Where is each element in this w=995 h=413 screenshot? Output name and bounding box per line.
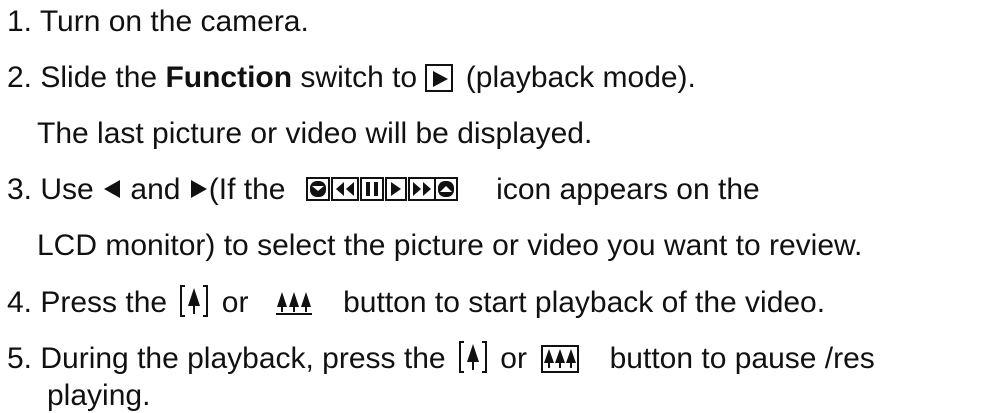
step-3: 3. Use and (If the icon appears on the [7,172,760,209]
wide-button-icon [275,289,313,326]
wide-button-icon [541,345,580,382]
step-4: 4. Press the or button to start playback… [7,284,825,327]
step-2: 2. Slide the Function switch to (playbac… [7,60,696,96]
tele-button-icon [458,340,488,383]
step-3-and: and [122,173,189,206]
manual-instructions: 1. Turn on the camera. 2. Slide the Func… [0,0,995,413]
step-1-text: 1. Turn on the camera. [7,5,309,38]
step-5-cont-text: playing. [47,379,151,412]
step-2-post: (playback mode). [457,61,696,94]
step-3-post: icon appears on the [487,173,760,206]
step-5-post: button to pause /res [601,342,875,375]
step-5-pre: 5. During the playback, press the [7,342,454,375]
step-3-if: (If the [208,173,294,206]
step-4-or: or [213,286,257,319]
step-2-pre: 2. Slide the [7,61,166,94]
step-2-note: The last picture or video will be displa… [37,116,592,152]
step-1: 1. Turn on the camera. [7,4,309,40]
left-arrow-icon [102,173,122,209]
step-2-mid: switch to [292,61,426,94]
function-switch-label: Function [165,61,293,94]
step-2-note-text: The last picture or video will be displa… [37,117,593,150]
playback-controls-icon [305,176,458,202]
step-5: 5. During the playback, press the or but… [7,340,875,383]
step-3-cont-text: LCD monitor) to select the picture or vi… [37,229,863,262]
play-mode-icon [425,64,454,92]
step-3-cont: LCD monitor) to select the picture or vi… [37,228,862,264]
right-arrow-icon [189,173,209,209]
step-3-pre: 3. Use [7,173,103,206]
step-5-or: or [491,342,536,375]
tele-button-icon [179,284,209,327]
step-4-pre: 4. Press the [7,286,176,319]
step-5-cont: playing. [47,378,150,413]
step-4-post: button to start playback of the video. [334,286,826,319]
